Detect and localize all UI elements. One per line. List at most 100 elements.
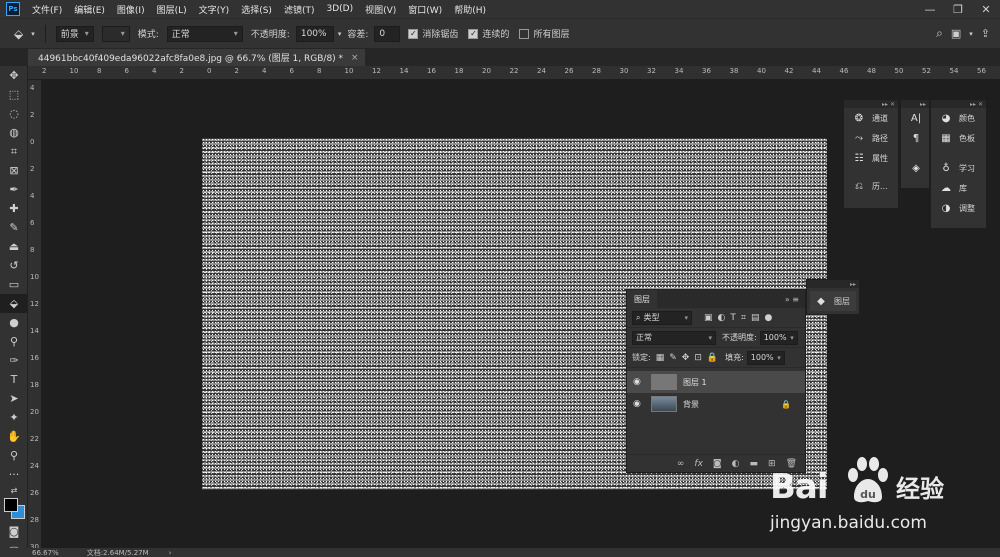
lock-position-icon[interactable]: ✥ [682, 353, 690, 363]
close-tab-icon[interactable]: × [351, 53, 359, 63]
doc-info[interactable]: 文档:2.64M/5.27M [87, 548, 149, 557]
shape-tool-icon[interactable]: ✦ [0, 408, 28, 427]
eyedropper-tool-icon[interactable]: ✒ [0, 180, 28, 199]
panel-collapse-icon[interactable]: ▸▸ ✕ [931, 100, 986, 108]
lasso-tool-icon[interactable]: ◌ [0, 104, 28, 123]
filter-shape-icon[interactable]: ⌗ [741, 313, 746, 323]
menu-file[interactable]: 文件(F) [28, 3, 70, 16]
zoom-level[interactable]: 66.67% [32, 549, 59, 557]
paragraph-panel-button[interactable]: ¶ [901, 128, 929, 148]
paths-panel-button[interactable]: ⤳ 路径 [844, 128, 898, 148]
layer-opacity-input[interactable]: 100% ▾ [759, 330, 798, 345]
tolerance-input[interactable]: 0 [374, 25, 401, 42]
link-layers-icon[interactable]: ∞ [677, 459, 685, 469]
color-panel-button[interactable]: ◕ 颜色 [931, 108, 986, 128]
history-brush-tool-icon[interactable]: ↺ [0, 256, 28, 275]
paint-bucket-icon[interactable]: ⬙ [14, 27, 23, 41]
opacity-chevron-icon[interactable]: ▾ [338, 30, 342, 38]
healing-brush-tool-icon[interactable]: ✚ [0, 199, 28, 218]
filter-pixel-icon[interactable]: ▣ [704, 313, 713, 323]
blur-tool-icon[interactable]: ● [0, 313, 28, 332]
menu-window[interactable]: 窗口(W) [404, 3, 450, 16]
group-folder-icon[interactable]: ▬ [750, 459, 759, 469]
hand-tool-icon[interactable]: ✋ [0, 427, 28, 446]
blend-mode-select[interactable]: 正常 ▾ [632, 330, 716, 345]
swatches-panel-button[interactable]: ▦ 色板 [931, 128, 986, 148]
panel-collapse-icon[interactable]: ▸▸ ✕ [844, 100, 898, 108]
lock-pixels-icon[interactable]: ✎ [669, 353, 677, 363]
quick-select-tool-icon[interactable]: ◍ [0, 123, 28, 142]
workspace-icon[interactable]: ▣ [951, 27, 961, 40]
fill-input[interactable]: 100% ▾ [746, 350, 785, 365]
menu-image[interactable]: 图像(I) [113, 3, 153, 16]
menu-edit[interactable]: 编辑(E) [70, 3, 113, 16]
share-icon[interactable]: ⇪ [981, 27, 990, 40]
contiguous-checkbox[interactable]: ✓ [468, 28, 479, 39]
visibility-eye-icon[interactable]: ◉ [633, 399, 643, 409]
move-tool-icon[interactable]: ✥ [0, 66, 28, 85]
frame-tool-icon[interactable]: ⊠ [0, 161, 28, 180]
document-tab[interactable]: 44961bbc40f409eda96022afc8fa0e8.jpg @ 66… [28, 49, 365, 66]
menu-select[interactable]: 选择(S) [237, 3, 280, 16]
filter-smart-object-icon[interactable]: ▤ [751, 313, 760, 323]
menu-view[interactable]: 视图(V) [361, 3, 404, 16]
layer-kind-filter[interactable]: ⌕ 类型 ▾ [632, 310, 692, 325]
adjustments-panel-button[interactable]: ◑ 调整 [931, 198, 986, 218]
minimize-icon[interactable]: — [916, 3, 944, 16]
panel-collapse-icon[interactable]: ▸▸ [807, 280, 859, 288]
tool-preset-chevron-icon[interactable]: ▾ [31, 30, 35, 38]
lock-transparency-icon[interactable]: ▦ [656, 353, 665, 363]
antialias-checkbox[interactable]: ✓ [408, 28, 419, 39]
path-selection-tool-icon[interactable]: ➤ [0, 389, 28, 408]
3d-panel-button[interactable]: ◈ [901, 158, 929, 178]
character-panel-button[interactable]: A| [901, 108, 929, 128]
add-mask-icon[interactable]: ◙ [713, 459, 722, 469]
menu-help[interactable]: 帮助(H) [450, 3, 494, 16]
menu-filter[interactable]: 滤镜(T) [280, 3, 323, 16]
layer-row-layer1[interactable]: ◉ 图层 1 [627, 371, 805, 393]
crop-tool-icon[interactable]: ⌗ [0, 142, 28, 161]
libraries-panel-button[interactable]: ☁ 库 [931, 178, 986, 198]
channels-panel-button[interactable]: ❂ 通道 [844, 108, 898, 128]
all-layers-checkbox[interactable] [519, 28, 530, 39]
panel-menu-icon[interactable]: » ≡ [785, 295, 805, 304]
filter-adjustment-icon[interactable]: ◐ [718, 313, 726, 323]
layer-row-background[interactable]: ◉ 背景 🔒 [627, 393, 805, 415]
menu-type[interactable]: 文字(Y) [195, 3, 238, 16]
marquee-tool-icon[interactable]: ⬚ [0, 85, 28, 104]
fx-icon[interactable]: fx [694, 459, 703, 469]
menu-layer[interactable]: 图层(L) [153, 3, 195, 16]
type-tool-icon[interactable]: T [0, 370, 28, 389]
close-icon[interactable]: ✕ [972, 3, 1000, 16]
zoom-tool-icon[interactable]: ⚲ [0, 446, 28, 465]
adjustment-layer-icon[interactable]: ◐ [732, 459, 740, 469]
color-swatches[interactable] [0, 496, 27, 522]
lock-artboard-icon[interactable]: ⊡ [694, 353, 702, 363]
fill-source-select[interactable]: 前景 ▾ [55, 25, 94, 42]
history-panel-button[interactable]: ⎌ 历... [844, 176, 898, 196]
learn-panel-button[interactable]: ♁ 学习 [931, 158, 986, 178]
mode-select[interactable]: 正常 ▾ [166, 25, 243, 42]
layers-dock-button[interactable]: ◆ 图层 [810, 291, 856, 311]
status-arrow-icon[interactable]: › [169, 549, 172, 557]
swap-colors-icon[interactable]: ⇄ [0, 484, 28, 496]
pattern-picker[interactable]: ▾ [101, 25, 130, 42]
layer-name[interactable]: 图层 1 [683, 377, 707, 388]
workspace-chevron-icon[interactable]: ▾ [969, 30, 973, 38]
eraser-tool-icon[interactable]: ▭ [0, 275, 28, 294]
brush-tool-icon[interactable]: ✎ [0, 218, 28, 237]
filter-toggle-icon[interactable]: ● [764, 313, 772, 323]
lock-all-icon[interactable]: 🔒 [707, 353, 718, 363]
search-icon[interactable]: ⌕ [936, 26, 943, 41]
layers-tab[interactable]: 图层 [627, 290, 657, 308]
quick-mask-icon[interactable]: ◙ [0, 522, 28, 541]
filter-type-icon[interactable]: T [730, 313, 736, 323]
restore-icon[interactable]: ❐ [944, 3, 972, 16]
layer-name[interactable]: 背景 [683, 399, 699, 410]
paint-bucket-tool-icon[interactable]: ⬙ [0, 294, 28, 313]
pen-tool-icon[interactable]: ✑ [0, 351, 28, 370]
properties-panel-button[interactable]: ☷ 属性 [844, 148, 898, 168]
visibility-eye-icon[interactable]: ◉ [633, 377, 643, 387]
clone-stamp-tool-icon[interactable]: ⏏ [0, 237, 28, 256]
foreground-color-swatch[interactable] [4, 498, 18, 512]
